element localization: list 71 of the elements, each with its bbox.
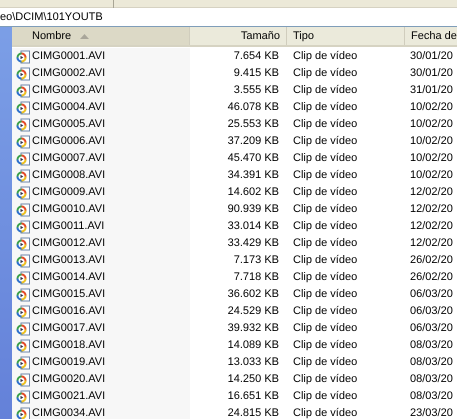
file-size: 9.415 KB <box>234 67 279 80</box>
file-size: 13.033 KB <box>228 356 279 369</box>
file-size: 14.250 KB <box>228 373 279 386</box>
file-type: Clip de vídeo <box>293 220 358 233</box>
file-type: Clip de vídeo <box>293 339 358 352</box>
file-size: 33.014 KB <box>228 220 279 233</box>
file-size: 34.391 KB <box>228 169 279 182</box>
file-type: Clip de vídeo <box>293 152 358 165</box>
file-date: 10/02/20 <box>410 118 453 131</box>
file-date: 06/03/20 <box>410 305 453 318</box>
file-size: 24.529 KB <box>228 305 279 318</box>
file-size: 16.651 KB <box>228 390 279 403</box>
file-type: Clip de vídeo <box>293 203 358 216</box>
file-date: 10/02/20 <box>410 135 453 148</box>
file-size: 37.209 KB <box>228 135 279 148</box>
file-size: 7.654 KB <box>234 50 279 63</box>
file-size: 33.429 KB <box>228 237 279 250</box>
file-type: Clip de vídeo <box>293 186 358 199</box>
file-type: Clip de vídeo <box>293 356 358 369</box>
file-date: 10/02/20 <box>410 169 453 182</box>
file-type: Clip de vídeo <box>293 84 358 97</box>
file-size: 25.553 KB <box>228 118 279 131</box>
file-size: 14.089 KB <box>228 339 279 352</box>
file-date: 10/02/20 <box>410 101 453 114</box>
file-type: Clip de vídeo <box>293 271 358 284</box>
file-size: 7.173 KB <box>234 254 279 267</box>
file-date: 12/02/20 <box>410 237 453 250</box>
sort-arrow-icon <box>80 34 90 38</box>
file-date: 26/02/20 <box>410 271 453 284</box>
file-date: 26/02/20 <box>410 254 453 267</box>
file-date: 06/03/20 <box>410 322 453 335</box>
column-header[interactable]: Tipo <box>287 27 405 45</box>
file-type: Clip de vídeo <box>293 373 358 386</box>
file-type: Clip de vídeo <box>293 169 358 182</box>
file-size: 45.470 KB <box>228 152 279 165</box>
file-size: 39.932 KB <box>228 322 279 335</box>
file-date: 06/03/20 <box>410 288 453 301</box>
file-size: 24.815 KB <box>228 407 279 419</box>
file-date: 30/01/20 <box>410 67 453 80</box>
file-date: 08/03/20 <box>410 373 453 386</box>
column-header[interactable]: Fecha de <box>405 27 457 45</box>
file-type: Clip de vídeo <box>293 67 358 80</box>
file-date: 12/02/20 <box>410 203 453 216</box>
file-type: Clip de vídeo <box>293 390 358 403</box>
file-type: Clip de vídeo <box>293 288 358 301</box>
file-date: 31/01/20 <box>410 84 453 97</box>
file-type: Clip de vídeo <box>293 118 358 131</box>
column-header[interactable]: Nombre <box>12 27 190 45</box>
file-date: 08/03/20 <box>410 339 453 352</box>
file-date: 12/02/20 <box>410 186 453 199</box>
file-type: Clip de vídeo <box>293 322 358 335</box>
file-size: 36.602 KB <box>228 288 279 301</box>
file-date: 08/03/20 <box>410 390 453 403</box>
file-date: 08/03/20 <box>410 356 453 369</box>
file-type: Clip de vídeo <box>293 407 358 419</box>
file-type: Clip de vídeo <box>293 254 358 267</box>
file-size: 14.602 KB <box>228 186 279 199</box>
file-date: 12/02/20 <box>410 220 453 233</box>
file-date: 10/02/20 <box>410 152 453 165</box>
file-size: 46.078 KB <box>228 101 279 114</box>
file-date: 23/03/20 <box>410 407 453 419</box>
file-size: 90.939 KB <box>228 203 279 216</box>
file-size: 3.555 KB <box>234 84 279 97</box>
file-size: 7.718 KB <box>234 271 279 284</box>
file-type: Clip de vídeo <box>293 135 358 148</box>
file-type: Clip de vídeo <box>293 305 358 318</box>
file-date: 30/01/20 <box>410 50 453 63</box>
file-type: Clip de vídeo <box>293 101 358 114</box>
file-type: Clip de vídeo <box>293 50 358 63</box>
file-type: Clip de vídeo <box>293 237 358 250</box>
column-header[interactable]: Tamaño <box>190 27 287 45</box>
